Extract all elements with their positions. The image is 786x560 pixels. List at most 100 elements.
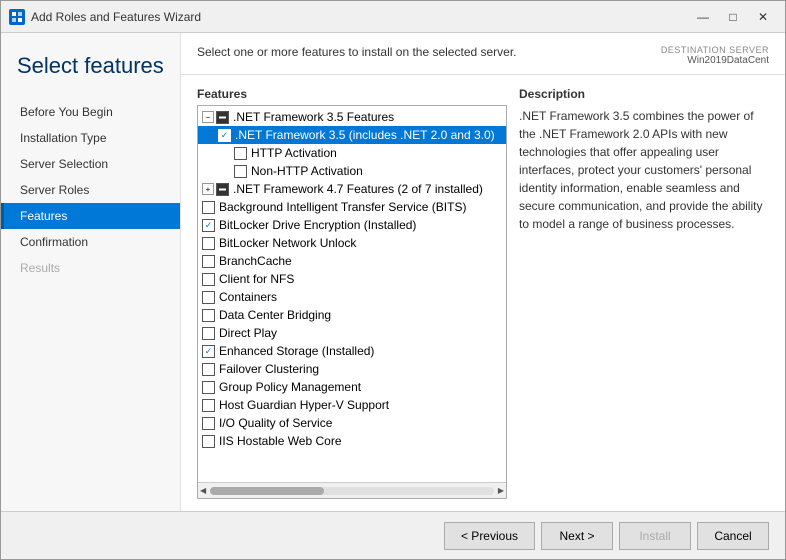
- feature-bitlocker-network[interactable]: BitLocker Network Unlock: [198, 234, 506, 252]
- feature-net35-features[interactable]: − .NET Framework 3.5 Features: [198, 108, 506, 126]
- sidebar-title: Select features: [17, 53, 164, 79]
- feature-label-failover-clustering: Failover Clustering: [219, 362, 319, 376]
- checkbox-group-policy[interactable]: [202, 381, 215, 394]
- feature-label-group-policy: Group Policy Management: [219, 380, 361, 394]
- scroll-track-x[interactable]: [210, 487, 494, 495]
- checkbox-bitlocker-drive[interactable]: ✓: [202, 219, 215, 232]
- content-area: Select features Before You Begin Install…: [1, 33, 785, 511]
- feature-label-net47-features: .NET Framework 4.7 Features (2 of 7 inst…: [233, 182, 483, 196]
- checkbox-host-guardian[interactable]: [202, 399, 215, 412]
- sidebar-item-confirmation[interactable]: Confirmation: [1, 229, 180, 255]
- feature-containers[interactable]: Containers: [198, 288, 506, 306]
- checkbox-non-http-activation[interactable]: [234, 165, 247, 178]
- checkbox-net47-features[interactable]: [216, 183, 229, 196]
- features-list-container: − .NET Framework 3.5 Features: [197, 105, 507, 499]
- sidebar-item-server-selection[interactable]: Server Selection: [1, 151, 180, 177]
- main-window: Add Roles and Features Wizard — □ ✕ Sele…: [0, 0, 786, 560]
- feature-data-center-bridging[interactable]: Data Center Bridging: [198, 306, 506, 324]
- checkbox-enhanced-storage[interactable]: ✓: [202, 345, 215, 358]
- feature-label-net35: .NET Framework 3.5 (includes .NET 2.0 an…: [235, 128, 495, 142]
- feature-label-http-activation: HTTP Activation: [251, 146, 337, 160]
- feature-io-quality[interactable]: I/O Quality of Service: [198, 414, 506, 432]
- close-button[interactable]: ✕: [749, 7, 777, 27]
- scroll-right-arrow[interactable]: ▶: [498, 486, 504, 495]
- feature-label-bitlocker-drive: BitLocker Drive Encryption (Installed): [219, 218, 416, 232]
- checkbox-net35-features[interactable]: [216, 111, 229, 124]
- feature-enhanced-storage[interactable]: ✓ Enhanced Storage (Installed): [198, 342, 506, 360]
- expand-icon-net47[interactable]: +: [202, 183, 214, 195]
- feature-label-data-center-bridging: Data Center Bridging: [219, 308, 331, 322]
- checkbox-net35[interactable]: ✓: [218, 129, 231, 142]
- description-content: .NET Framework 3.5 combines the power of…: [519, 107, 769, 233]
- checkbox-bits[interactable]: [202, 201, 215, 214]
- feature-net35[interactable]: ✓ .NET Framework 3.5 (includes .NET 2.0 …: [198, 126, 506, 144]
- feature-label-iis-hostable: IIS Hostable Web Core: [219, 434, 342, 448]
- feature-label-net35-features: .NET Framework 3.5 Features: [233, 110, 394, 124]
- feature-label-containers: Containers: [219, 290, 277, 304]
- install-button[interactable]: Install: [619, 522, 691, 550]
- feature-http-activation[interactable]: HTTP Activation: [198, 144, 506, 162]
- feature-branchcache[interactable]: BranchCache: [198, 252, 506, 270]
- sidebar-item-installation-type[interactable]: Installation Type: [1, 125, 180, 151]
- features-panel: Features − .NET Fram: [197, 87, 507, 499]
- title-bar: Add Roles and Features Wizard — □ ✕: [1, 1, 785, 33]
- sidebar-item-before-you-begin[interactable]: Before You Begin: [1, 99, 180, 125]
- description-label: Description: [519, 87, 769, 101]
- window-controls: — □ ✕: [689, 7, 777, 27]
- feature-label-bitlocker-network: BitLocker Network Unlock: [219, 236, 356, 250]
- feature-group-policy[interactable]: Group Policy Management: [198, 378, 506, 396]
- checkbox-bitlocker-network[interactable]: [202, 237, 215, 250]
- scroll-thumb-x[interactable]: [210, 487, 323, 495]
- main-header: Select one or more features to install o…: [181, 33, 785, 75]
- checkbox-direct-play[interactable]: [202, 327, 215, 340]
- feature-label-non-http-activation: Non-HTTP Activation: [251, 164, 363, 178]
- app-icon: [9, 9, 25, 25]
- sidebar-item-features[interactable]: Features: [1, 203, 180, 229]
- checkbox-iis-hostable[interactable]: [202, 435, 215, 448]
- maximize-button[interactable]: □: [719, 7, 747, 27]
- feature-bits[interactable]: Background Intelligent Transfer Service …: [198, 198, 506, 216]
- destination-label: DESTINATION SERVER: [661, 45, 769, 55]
- destination-server-info: DESTINATION SERVER Win2019DataCent: [661, 45, 769, 66]
- feature-label-bits: Background Intelligent Transfer Service …: [219, 200, 466, 214]
- title-bar-left: Add Roles and Features Wizard: [9, 9, 201, 25]
- description-panel: Description .NET Framework 3.5 combines …: [519, 87, 769, 499]
- feature-bitlocker-drive[interactable]: ✓ BitLocker Drive Encryption (Installed): [198, 216, 506, 234]
- feature-label-io-quality: I/O Quality of Service: [219, 416, 332, 430]
- checkbox-failover-clustering[interactable]: [202, 363, 215, 376]
- expand-icon[interactable]: −: [202, 111, 214, 123]
- checkbox-io-quality[interactable]: [202, 417, 215, 430]
- checkbox-client-nfs[interactable]: [202, 273, 215, 286]
- next-button[interactable]: Next >: [541, 522, 613, 550]
- minimize-button[interactable]: —: [689, 7, 717, 27]
- features-label: Features: [197, 87, 507, 101]
- feature-label-client-nfs: Client for NFS: [219, 272, 294, 286]
- horizontal-scrollbar[interactable]: ◀ ▶: [198, 482, 506, 498]
- feature-host-guardian[interactable]: Host Guardian Hyper-V Support: [198, 396, 506, 414]
- checkbox-data-center-bridging[interactable]: [202, 309, 215, 322]
- scroll-left-arrow[interactable]: ◀: [200, 486, 206, 495]
- footer: < Previous Next > Install Cancel: [1, 511, 785, 559]
- sidebar-nav: Before You Begin Installation Type Serve…: [1, 91, 180, 289]
- previous-button[interactable]: < Previous: [444, 522, 535, 550]
- features-list[interactable]: − .NET Framework 3.5 Features: [198, 106, 506, 482]
- feature-failover-clustering[interactable]: Failover Clustering: [198, 360, 506, 378]
- feature-direct-play[interactable]: Direct Play: [198, 324, 506, 342]
- main-panel: Select one or more features to install o…: [181, 33, 785, 511]
- feature-client-nfs[interactable]: Client for NFS: [198, 270, 506, 288]
- feature-label-branchcache: BranchCache: [219, 254, 292, 268]
- feature-non-http-activation[interactable]: Non-HTTP Activation: [198, 162, 506, 180]
- window-title: Add Roles and Features Wizard: [31, 10, 201, 24]
- cancel-button[interactable]: Cancel: [697, 522, 769, 550]
- sidebar: Select features Before You Begin Install…: [1, 33, 181, 511]
- sidebar-item-results: Results: [1, 255, 180, 281]
- checkbox-branchcache[interactable]: [202, 255, 215, 268]
- checkbox-containers[interactable]: [202, 291, 215, 304]
- feature-label-host-guardian: Host Guardian Hyper-V Support: [219, 398, 389, 412]
- feature-iis-hostable[interactable]: IIS Hostable Web Core: [198, 432, 506, 450]
- feature-net47-features[interactable]: + .NET Framework 4.7 Features (2 of 7 in…: [198, 180, 506, 198]
- header-description: Select one or more features to install o…: [197, 45, 517, 59]
- checkbox-http-activation[interactable]: [234, 147, 247, 160]
- sidebar-item-server-roles[interactable]: Server Roles: [1, 177, 180, 203]
- feature-label-direct-play: Direct Play: [219, 326, 277, 340]
